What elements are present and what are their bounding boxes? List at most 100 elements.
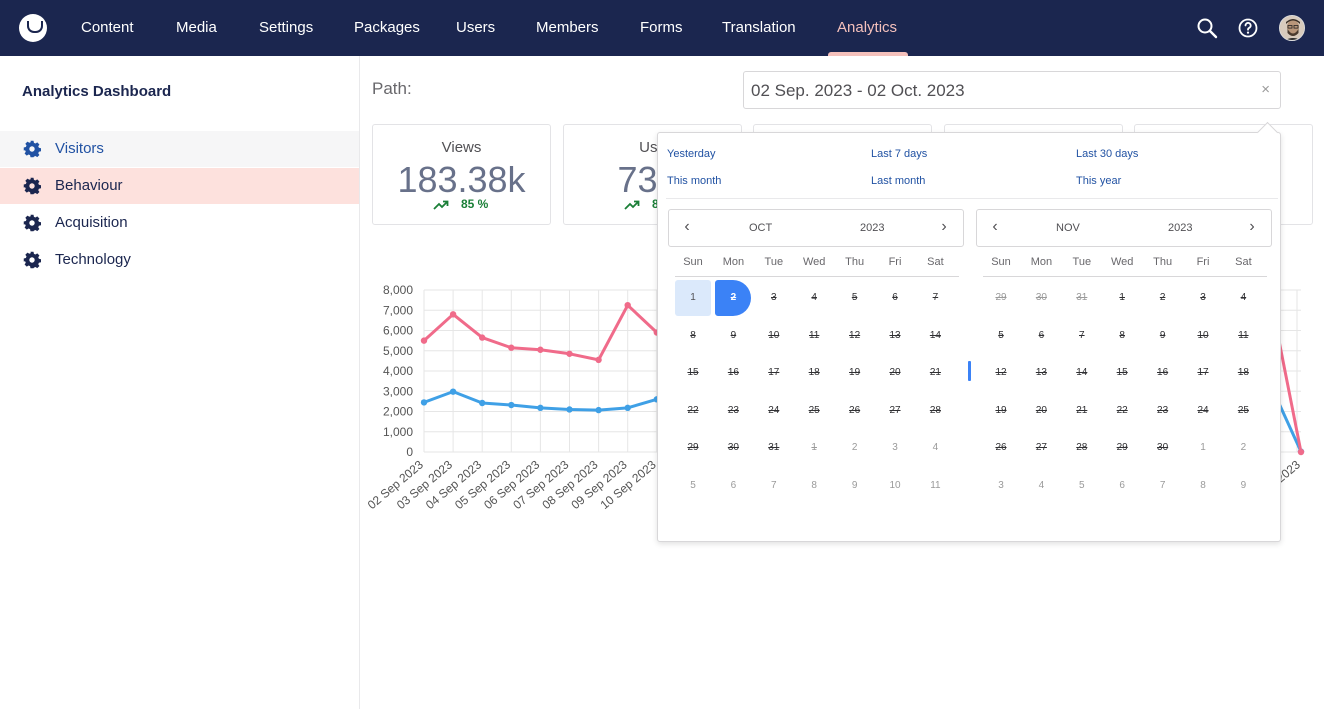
prev-month-icon[interactable]: ‹ [677,218,697,236]
calendar-day[interactable]: 8 [675,318,711,354]
help-icon[interactable] [1236,16,1260,40]
calendar-day[interactable]: 7 [1145,468,1181,504]
calendar-day[interactable]: 3 [1185,280,1221,316]
calendar-day[interactable]: 4 [1225,280,1261,316]
calendar-day[interactable]: 19 [983,393,1019,429]
nav-item-translation[interactable]: Translation [722,0,796,56]
calendar-day[interactable]: 5 [675,468,711,504]
calendar-day[interactable]: 13 [1023,355,1059,391]
calendar-day[interactable]: 2 [1225,430,1261,466]
calendar-day[interactable]: 21 [917,355,953,391]
calendar-day[interactable]: 1 [796,430,832,466]
calendar-day[interactable]: 15 [1104,355,1140,391]
calendar-day[interactable]: 28 [917,393,953,429]
month-select[interactable]: NOV [1056,222,1080,234]
calendar-day[interactable]: 3 [756,280,792,316]
search-icon[interactable] [1195,16,1219,40]
nav-item-settings[interactable]: Settings [259,0,313,56]
calendar-day[interactable]: 2 [837,430,873,466]
calendar-day[interactable]: 7 [756,468,792,504]
next-month-icon[interactable]: › [934,218,954,236]
calendar-day[interactable]: 23 [715,393,751,429]
calendar-day[interactable]: 7 [1064,318,1100,354]
calendar-day[interactable]: 29 [675,430,711,466]
calendar-day[interactable]: 6 [1104,468,1140,504]
sidebar-item-technology[interactable]: Technology [0,242,359,278]
calendar-day[interactable]: 18 [796,355,832,391]
calendar-day[interactable]: 9 [837,468,873,504]
sidebar-item-acquisition[interactable]: Acquisition [0,205,359,241]
calendar-day[interactable]: 26 [983,430,1019,466]
calendar-day[interactable]: 25 [1225,393,1261,429]
calendar-day[interactable]: 17 [1185,355,1221,391]
calendar-day[interactable]: 8 [1185,468,1221,504]
calendar-day[interactable]: 12 [983,355,1019,391]
nav-item-packages[interactable]: Packages [354,0,420,56]
calendar-day[interactable]: 9 [1145,318,1181,354]
preset-last-30-days[interactable]: Last 30 days [1076,148,1138,160]
calendar-day[interactable]: 23 [1145,393,1181,429]
date-range-input[interactable]: 02 Sep. 2023 - 02 Oct. 2023 × [743,71,1281,109]
calendar-day[interactable]: 14 [917,318,953,354]
calendar-day[interactable]: 29 [1104,430,1140,466]
calendar-day[interactable]: 26 [837,393,873,429]
year-select[interactable]: 2023 [860,222,884,234]
calendar-day[interactable]: 6 [877,280,913,316]
calendar-day[interactable]: 1 [1104,280,1140,316]
calendar-day[interactable]: 11 [917,468,953,504]
nav-item-forms[interactable]: Forms [640,0,683,56]
preset-last-month[interactable]: Last month [871,175,925,187]
calendar-day[interactable]: 31 [1064,280,1100,316]
clear-icon[interactable]: × [1261,81,1270,98]
calendar-day[interactable]: 11 [796,318,832,354]
calendar-day[interactable]: 17 [756,355,792,391]
calendar-day[interactable]: 5 [1064,468,1100,504]
calendar-day[interactable]: 9 [1225,468,1261,504]
preset-last-7-days[interactable]: Last 7 days [871,148,927,160]
nav-item-users[interactable]: Users [456,0,495,56]
next-month-icon[interactable]: › [1242,218,1262,236]
calendar-day[interactable]: 5 [837,280,873,316]
calendar-day[interactable]: 15 [675,355,711,391]
preset-this-year[interactable]: This year [1076,175,1121,187]
calendar-day[interactable]: 1 [1185,430,1221,466]
preset-yesterday[interactable]: Yesterday [667,148,716,160]
calendar-day[interactable]: 10 [1185,318,1221,354]
calendar-day[interactable]: 22 [675,393,711,429]
user-avatar[interactable] [1279,15,1305,41]
nav-item-members[interactable]: Members [536,0,599,56]
calendar-day[interactable]: 3 [877,430,913,466]
calendar-day[interactable]: 8 [796,468,832,504]
calendar-day[interactable]: 22 [1104,393,1140,429]
umbraco-logo[interactable] [19,14,47,42]
calendar-day[interactable]: 30 [1145,430,1181,466]
calendar-day[interactable]: 16 [715,355,751,391]
calendar-day[interactable]: 28 [1064,430,1100,466]
sidebar-item-visitors[interactable]: Visitors [0,131,359,167]
calendar-day[interactable]: 16 [1145,355,1181,391]
calendar-day[interactable]: 20 [1023,393,1059,429]
calendar-day[interactable]: 9 [715,318,751,354]
calendar-day[interactable]: 30 [1023,280,1059,316]
calendar-day[interactable]: 2 [1145,280,1181,316]
calendar-day[interactable]: 27 [1023,430,1059,466]
calendar-day[interactable]: 8 [1104,318,1140,354]
calendar-day[interactable]: 2 [715,280,752,316]
calendar-day[interactable]: 10 [877,468,913,504]
calendar-day[interactable]: 18 [1225,355,1261,391]
calendar-day[interactable]: 5 [983,318,1019,354]
year-select[interactable]: 2023 [1168,222,1192,234]
nav-item-content[interactable]: Content [81,0,134,56]
prev-month-icon[interactable]: ‹ [985,218,1005,236]
calendar-day[interactable]: 11 [1225,318,1261,354]
calendar-day[interactable]: 25 [796,393,832,429]
calendar-day[interactable]: 24 [756,393,792,429]
calendar-day[interactable]: 30 [715,430,751,466]
calendar-day[interactable]: 4 [1023,468,1059,504]
calendar-day[interactable]: 13 [877,318,913,354]
calendar-day[interactable]: 29 [983,280,1019,316]
calendar-day[interactable]: 6 [715,468,751,504]
calendar-day[interactable]: 1 [675,280,711,316]
nav-item-analytics[interactable]: Analytics [837,0,897,56]
calendar-day[interactable]: 14 [1064,355,1100,391]
